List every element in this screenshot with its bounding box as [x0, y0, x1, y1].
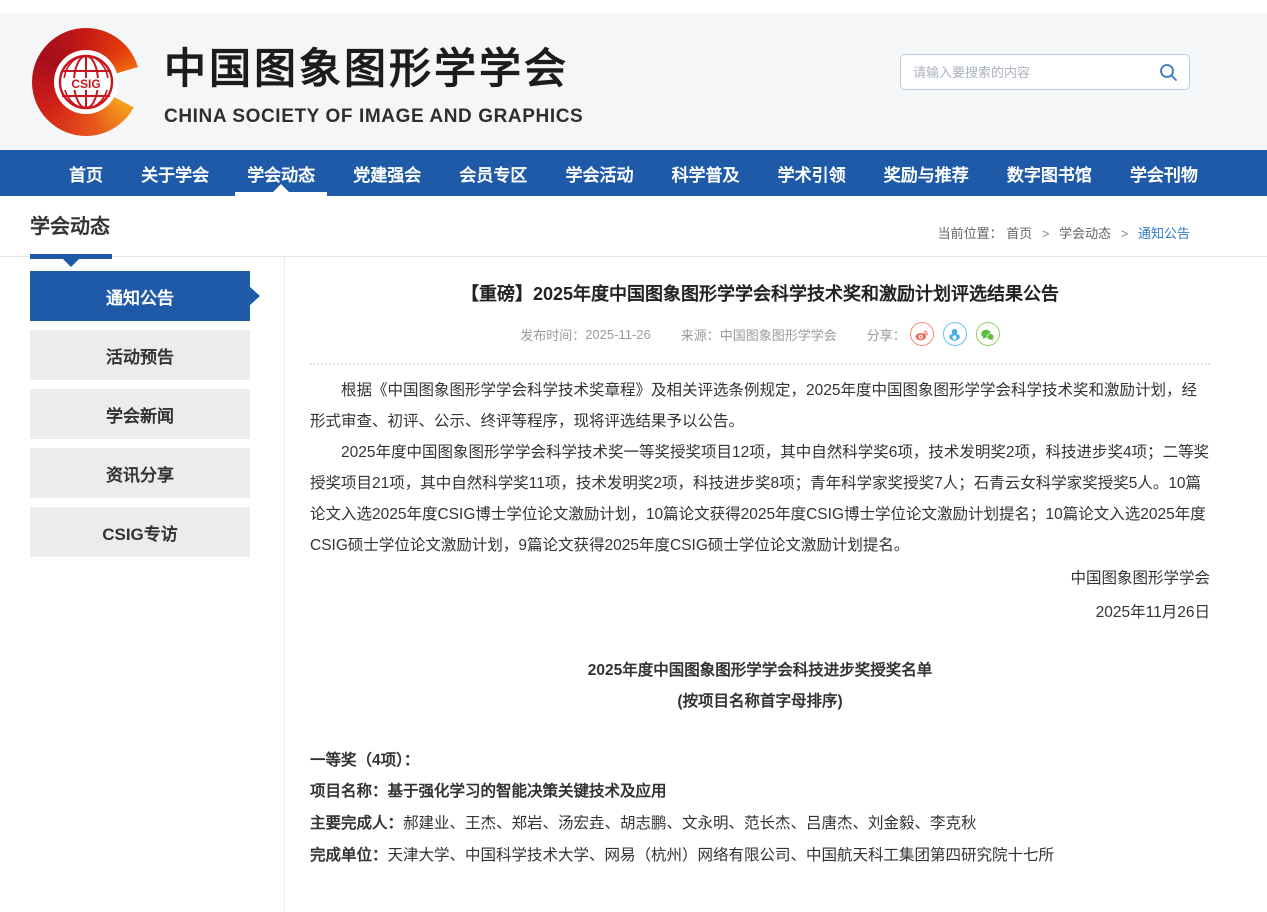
award-subheading: (按项目名称首字母排序): [310, 686, 1210, 717]
article-title: 【重磅】2025年度中国图象图形学学会科学技术奖和激励计划评选结果公告: [310, 281, 1210, 307]
nav-item-science[interactable]: 科学普及: [660, 150, 752, 196]
nav-item-activities[interactable]: 学会活动: [553, 150, 645, 196]
article-body: 根据《中国图象图形学学会科学技术奖章程》及相关评选条例规定，2025年度中国图象…: [310, 375, 1210, 872]
paragraph: 根据《中国图象图形学学会科学技术奖章程》及相关评选条例规定，2025年度中国图象…: [310, 375, 1210, 437]
search-input[interactable]: [913, 65, 1159, 80]
sidebar: 通知公告 活动预告 学会新闻 资讯分享 CSIG专访: [0, 257, 285, 912]
brand-subtitle: CHINA SOCIETY OF IMAGE AND GRAPHICS: [164, 106, 583, 128]
sidebar-item-previews[interactable]: 活动预告: [30, 330, 250, 380]
breadcrumb-current[interactable]: 通知公告: [1138, 226, 1190, 241]
qq-share-icon[interactable]: [943, 322, 967, 346]
csig-logo[interactable]: CSIG: [30, 26, 142, 138]
breadcrumb: 当前位置： 首页 > 学会动态 > 通知公告: [938, 223, 1190, 242]
project-name-label: 项目名称：: [310, 783, 388, 800]
award-grade: 一等奖（4项）：: [310, 745, 1210, 776]
brand-text: 中国图象图形学学会 CHINA SOCIETY OF IMAGE AND GRA…: [164, 35, 583, 128]
search-icon[interactable]: [1159, 62, 1179, 82]
nav-item-party[interactable]: 党建强会: [341, 150, 433, 196]
article-meta: 发布时间： 2025-11-26 来源： 中国图象图形学学会 分享：: [310, 322, 1210, 346]
source-label: 来源：: [681, 325, 720, 344]
org-value: 天津大学、中国科学技术大学、网易（杭州）网络有限公司、中国航天科工集团第四研究院…: [388, 847, 1055, 864]
breadcrumb-news[interactable]: 学会动态: [1059, 226, 1111, 241]
entry-people: 主要完成人：郝建业、王杰、郑岩、汤宏垚、胡志鹏、文永明、范长杰、吕唐杰、刘金毅、…: [310, 808, 1210, 840]
sidebar-item-csig-interview[interactable]: CSIG专访: [30, 507, 250, 557]
site-header: CSIG 中国图象图形学学会 CHINA SOCIETY OF IMAGE AN…: [0, 13, 1267, 150]
people-value: 郝建业、王杰、郑岩、汤宏垚、胡志鹏、文永明、范长杰、吕唐杰、刘金毅、李克秋: [403, 815, 977, 832]
wechat-share-icon[interactable]: [976, 322, 1000, 346]
publish-label: 发布时间：: [520, 325, 585, 344]
top-margin: [0, 0, 1267, 13]
breadcrumb-home[interactable]: 首页: [1006, 226, 1032, 241]
nav-item-home[interactable]: 首页: [57, 150, 115, 196]
nav-item-news[interactable]: 学会动态: [235, 150, 327, 196]
weibo-share-icon[interactable]: [910, 322, 934, 346]
breadcrumb-separator: >: [1042, 226, 1050, 241]
breadcrumb-label: 当前位置：: [938, 226, 1003, 241]
nav-item-publications[interactable]: 学会刊物: [1118, 150, 1210, 196]
nav-item-library[interactable]: 数字图书馆: [995, 150, 1104, 196]
org-label: 完成单位：: [310, 847, 388, 864]
nav-item-about[interactable]: 关于学会: [129, 150, 221, 196]
source-value: 中国图象图形学学会: [720, 325, 837, 344]
people-label: 主要完成人：: [310, 815, 403, 832]
sidebar-item-notices[interactable]: 通知公告: [30, 271, 250, 321]
article: 【重磅】2025年度中国图象图形学学会科学技术奖和激励计划评选结果公告 发布时间…: [285, 257, 1267, 912]
share-label: 分享：: [867, 325, 906, 344]
nav-item-academic[interactable]: 学术引领: [766, 150, 858, 196]
source: 来源： 中国图象图形学学会: [681, 325, 837, 344]
logo-globe-icon: CSIG: [56, 52, 116, 112]
publish-date: 2025-11-26: [585, 327, 651, 342]
breadcrumb-separator: >: [1121, 226, 1129, 241]
nav-item-awards[interactable]: 奖励与推荐: [872, 150, 981, 196]
share: 分享：: [867, 322, 1000, 346]
entry-project-name: 项目名称：基于强化学习的智能决策关键技术及应用: [310, 776, 1210, 808]
svg-text:CSIG: CSIG: [71, 77, 100, 91]
page-title: 学会动态: [30, 210, 110, 239]
dotted-divider: [310, 363, 1210, 365]
main-nav: 首页 关于学会 学会动态 党建强会 会员专区 学会活动 科学普及 学术引领 奖励…: [0, 150, 1267, 196]
entry-org: 完成单位：天津大学、中国科学技术大学、网易（杭州）网络有限公司、中国航天科工集团…: [310, 840, 1210, 872]
section-bar: 学会动态 当前位置： 首页 > 学会动态 > 通知公告: [0, 196, 1267, 257]
sidebar-item-info-share[interactable]: 资讯分享: [30, 448, 250, 498]
award-heading: 2025年度中国图象图形学学会科技进步奖授奖名单: [310, 655, 1210, 686]
publish-time: 发布时间： 2025-11-26: [520, 325, 651, 344]
search-box: [900, 54, 1190, 90]
signoff-org: 中国图象图形学学会: [310, 563, 1210, 595]
nav-item-members[interactable]: 会员专区: [447, 150, 539, 196]
signoff-date: 2025年11月26日: [310, 597, 1210, 629]
paragraph: 2025年度中国图象图形学学会科学技术奖一等奖授奖项目12项，其中自然科学奖6项…: [310, 437, 1210, 561]
project-name-value: 基于强化学习的智能决策关键技术及应用: [388, 783, 667, 800]
main-area: 通知公告 活动预告 学会新闻 资讯分享 CSIG专访 【重磅】2025年度中国图…: [0, 257, 1267, 912]
brand-title: 中国图象图形学学会: [164, 35, 583, 96]
sidebar-item-society-news[interactable]: 学会新闻: [30, 389, 250, 439]
section-underline: [30, 254, 112, 259]
